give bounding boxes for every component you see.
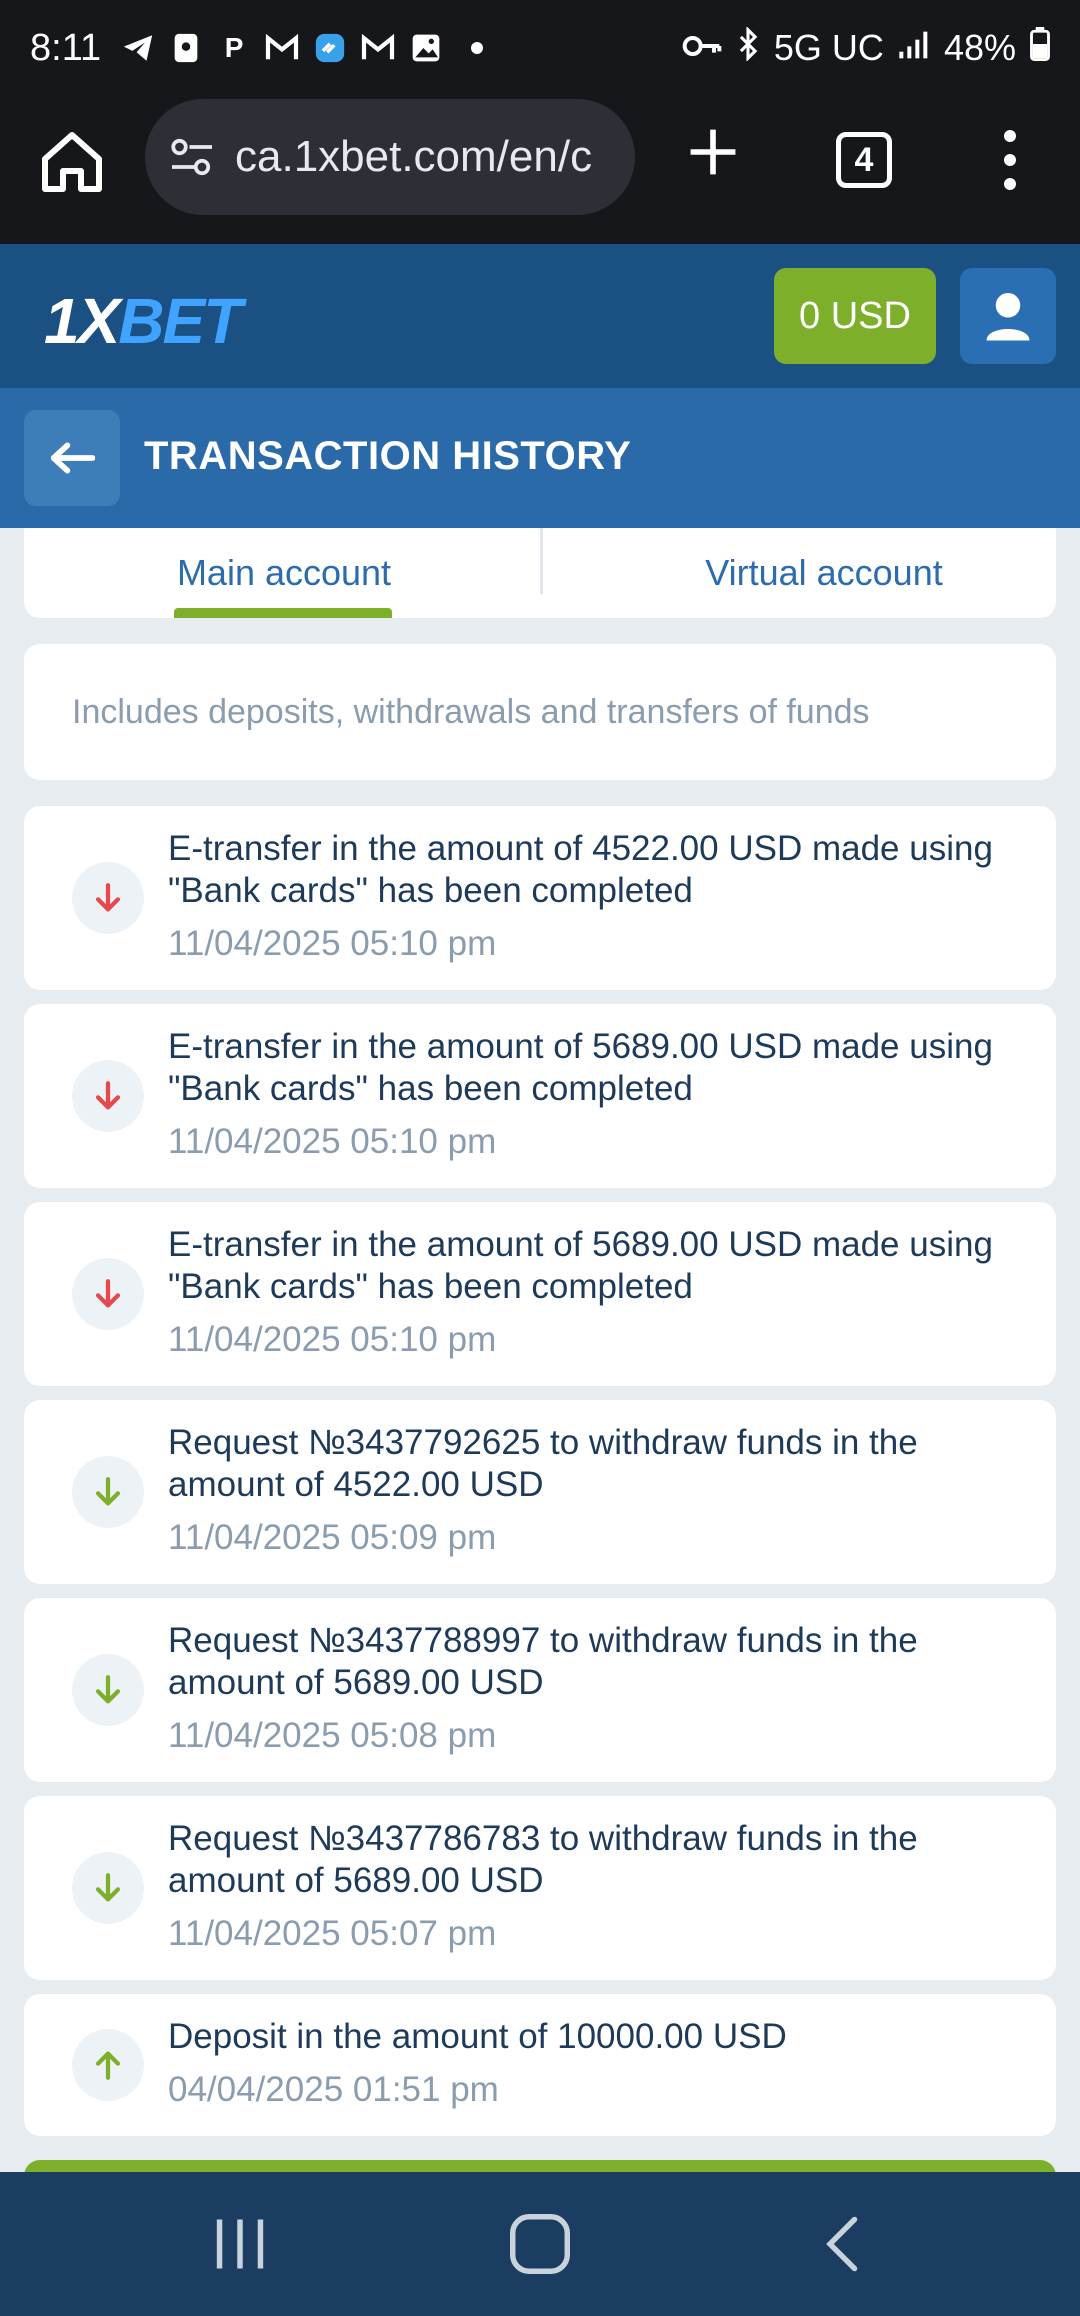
- gmail-icon: [265, 31, 299, 65]
- status-time: 8:11: [30, 26, 102, 69]
- gmail-icon-2: [361, 31, 395, 65]
- transaction-date: 11/04/2025 05:10 pm: [168, 924, 497, 963]
- arrow-down-icon: [72, 1654, 144, 1726]
- home-button[interactable]: [36, 126, 108, 198]
- transaction-description: E-transfer in the amount of 5689.00 USD …: [168, 1225, 993, 1306]
- plus-icon: [690, 129, 736, 175]
- home-nav-button[interactable]: [505, 2214, 575, 2274]
- arrow-down-icon: [72, 1852, 144, 1924]
- signal-icon: [898, 27, 930, 69]
- transaction-description: E-transfer in the amount of 4522.00 USD …: [168, 829, 993, 910]
- arrow-down-icon: [72, 1258, 144, 1330]
- tab-divider: [540, 528, 543, 594]
- transaction-date: 11/04/2025 05:08 pm: [168, 1716, 497, 1755]
- site-header: 1XBET 0 USD: [0, 244, 1080, 388]
- back-nav-button[interactable]: [810, 2214, 880, 2274]
- account-tabs: Main account Virtual account: [24, 528, 1056, 618]
- tab-main-account[interactable]: Main account: [174, 528, 394, 618]
- transaction-date: 04/04/2025 01:51 pm: [168, 2070, 499, 2109]
- bluetooth-icon: [736, 25, 760, 70]
- network-type: 5G UC: [773, 27, 884, 68]
- system-navigation-bar: [0, 2172, 1080, 2316]
- home-icon: [42, 132, 102, 192]
- link-app-icon: [313, 31, 347, 65]
- info-text: Includes deposits, withdrawals and trans…: [72, 692, 870, 731]
- transaction-date: 11/04/2025 05:07 pm: [168, 1914, 497, 1953]
- tab-switcher-button[interactable]: 4: [836, 132, 892, 188]
- vpn-key-icon: [682, 27, 722, 69]
- transaction-description: Request №3437786783 to withdraw funds in…: [168, 1819, 918, 1900]
- transaction-date: 11/04/2025 05:09 pm: [168, 1518, 497, 1557]
- arrow-left-icon: [50, 442, 95, 474]
- recent-apps-icon: [216, 2219, 264, 2269]
- url-text: ca.1xbet.com/en/c: [235, 132, 593, 181]
- address-bar[interactable]: ca.1xbet.com/en/c: [145, 99, 635, 215]
- battery-percent: 48%: [943, 27, 1016, 68]
- p-app-icon: P: [224, 32, 244, 63]
- active-tab-indicator: [174, 608, 392, 618]
- page-title: TRANSACTION HISTORY: [144, 434, 632, 478]
- home-nav-icon: [510, 2214, 570, 2274]
- balance-button[interactable]: 0 USD: [774, 268, 936, 364]
- transaction-description: E-transfer in the amount of 5689.00 USD …: [168, 1027, 993, 1108]
- arrow-down-icon: [72, 1060, 144, 1132]
- transaction-date: 11/04/2025 05:10 pm: [168, 1122, 497, 1161]
- telegram-icon: [121, 31, 155, 65]
- transaction-description: Request №3437788997 to withdraw funds in…: [168, 1621, 918, 1702]
- transaction-item[interactable]: Request №3437786783 to withdraw funds in…: [24, 1796, 1056, 1980]
- transaction-item[interactable]: E-transfer in the amount of 5689.00 USD …: [24, 1004, 1056, 1188]
- arrow-down-icon: [72, 1456, 144, 1528]
- notification-icons: P: [121, 31, 484, 65]
- user-icon: [986, 293, 1030, 341]
- status-bar: 8:11 P 5G UC 48%: [0, 0, 1080, 96]
- recent-apps-button[interactable]: [205, 2214, 275, 2274]
- transaction-description: Request №3437792625 to withdraw funds in…: [168, 1423, 918, 1504]
- title-bar: TRANSACTION HISTORY: [0, 388, 1080, 528]
- 1xbet-logo[interactable]: 1XBET: [44, 284, 242, 358]
- browser-menu-button[interactable]: [990, 124, 1030, 196]
- arrow-up-icon: [72, 2029, 144, 2101]
- arrow-down-icon: [72, 862, 144, 934]
- tab-virtual-account[interactable]: Virtual account: [604, 528, 1044, 618]
- system-indicators: 5G UC 48%: [682, 25, 1050, 70]
- browser-toolbar: ca.1xbet.com/en/c 4: [0, 96, 1080, 244]
- new-tab-button[interactable]: [685, 124, 741, 180]
- transaction-item[interactable]: Request №3437788997 to withdraw funds in…: [24, 1598, 1056, 1782]
- app-notification-icon: [169, 31, 203, 65]
- chevron-left-icon: [826, 2216, 858, 2272]
- gallery-icon: [409, 31, 443, 65]
- transaction-item[interactable]: E-transfer in the amount of 5689.00 USD …: [24, 1202, 1056, 1386]
- site-settings-icon[interactable]: [167, 132, 217, 182]
- user-profile-button[interactable]: [960, 268, 1056, 364]
- battery-icon: [1030, 26, 1050, 70]
- info-card: Includes deposits, withdrawals and trans…: [24, 644, 1056, 780]
- transaction-item[interactable]: Request №3437792625 to withdraw funds in…: [24, 1400, 1056, 1584]
- back-button[interactable]: [24, 410, 120, 506]
- more-notifications-dot: [471, 42, 484, 54]
- transaction-date: 11/04/2025 05:10 pm: [168, 1320, 497, 1359]
- transaction-description: Deposit in the amount of 10000.00 USD: [168, 2017, 787, 2056]
- transaction-item[interactable]: E-transfer in the amount of 4522.00 USD …: [24, 806, 1056, 990]
- transaction-item[interactable]: Deposit in the amount of 10000.00 USD 04…: [24, 1994, 1056, 2136]
